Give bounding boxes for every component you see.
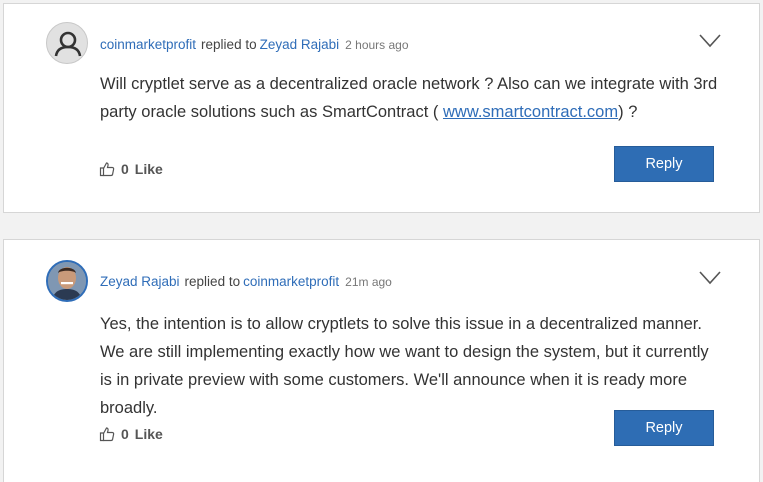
- like-label: Like: [134, 426, 163, 442]
- author-link[interactable]: coinmarketprofit: [100, 37, 196, 52]
- author-link[interactable]: Zeyad Rajabi: [100, 274, 180, 289]
- chevron-down-icon[interactable]: [699, 271, 721, 285]
- like-count: 0: [121, 161, 129, 177]
- reply-to-link[interactable]: coinmarketprofit: [243, 274, 339, 289]
- thumbs-up-icon: [99, 162, 115, 177]
- comment-card: Zeyad Rajabi replied to coinmarketprofit 21…: [3, 239, 760, 482]
- like-button[interactable]: 0 Like: [99, 426, 163, 442]
- avatar[interactable]: [46, 22, 88, 64]
- body-text-end: ) ?: [618, 103, 638, 121]
- reply-button[interactable]: Reply: [614, 410, 714, 446]
- timestamp: 2 hours ago: [345, 38, 409, 52]
- chevron-down-icon[interactable]: [699, 34, 721, 48]
- default-user-icon: [54, 31, 82, 57]
- replied-to-text: replied to: [184, 274, 241, 289]
- avatar[interactable]: [46, 260, 88, 302]
- comment-body: Will cryptlet serve as a decentralized o…: [100, 70, 719, 126]
- like-label: Like: [134, 161, 163, 177]
- comment-header: coinmarketprofit replied to Zeyad Rajabi 2 …: [100, 37, 409, 52]
- timestamp: 21m ago: [345, 275, 392, 289]
- comment-header: Zeyad Rajabi replied to coinmarketprofit 21…: [100, 274, 392, 289]
- thumbs-up-icon: [99, 427, 115, 442]
- replied-to-text: replied to: [201, 37, 257, 52]
- comment-card: coinmarketprofit replied to Zeyad Rajabi 2 …: [3, 3, 760, 213]
- comment-body: Yes, the intention is to allow cryptlets…: [100, 315, 709, 417]
- smartcontract-link[interactable]: www.smartcontract.com: [443, 103, 618, 121]
- like-button[interactable]: 0 Like: [99, 161, 163, 177]
- reply-to-link[interactable]: Zeyad Rajabi: [260, 37, 340, 52]
- like-count: 0: [121, 426, 129, 442]
- reply-button[interactable]: Reply: [614, 146, 714, 182]
- user-photo-icon: [48, 262, 86, 300]
